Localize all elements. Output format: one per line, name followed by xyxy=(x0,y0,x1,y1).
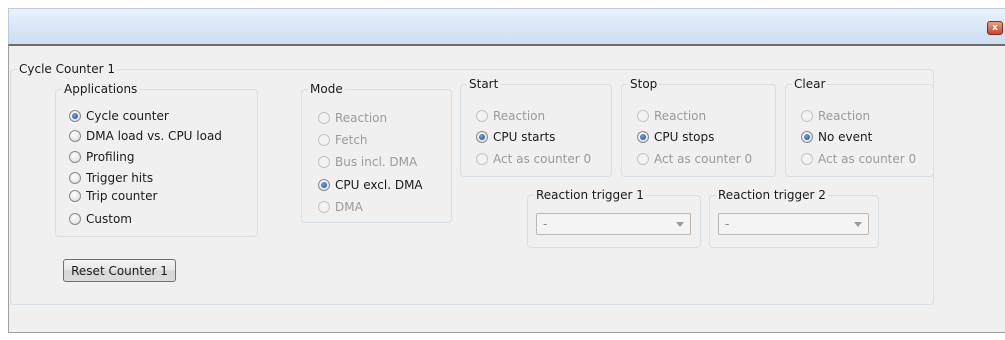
radio-icon[interactable] xyxy=(476,110,488,122)
clear-option-reaction[interactable]: Reaction xyxy=(801,108,870,124)
radio-icon[interactable] xyxy=(318,134,330,146)
app-option-profiling[interactable]: Profiling xyxy=(69,149,135,165)
app-option-cycle-counter[interactable]: Cycle counter xyxy=(69,108,169,124)
radio-icon[interactable] xyxy=(637,153,649,165)
reset-counter-button[interactable]: Reset Counter 1 xyxy=(63,259,176,282)
reaction-trigger-2-value: - xyxy=(725,217,730,231)
radio-icon[interactable] xyxy=(318,156,330,168)
radio-icon[interactable] xyxy=(69,190,81,202)
reaction-trigger-1-title: Reaction trigger 1 xyxy=(536,188,644,202)
mode-option-dma[interactable]: DMA xyxy=(318,199,363,215)
main-panel: Cycle Counter 1 Applications Cycle count… xyxy=(8,44,1005,333)
window-titlebar: x xyxy=(8,8,1005,44)
radio-icon[interactable] xyxy=(69,110,81,122)
mode-option-fetch[interactable]: Fetch xyxy=(318,132,368,148)
close-icon[interactable]: x xyxy=(987,21,1003,35)
radio-icon[interactable] xyxy=(318,201,330,213)
stop-option-cpu-stops[interactable]: CPU stops xyxy=(637,129,714,145)
start-title: Start xyxy=(469,77,499,91)
radio-icon[interactable] xyxy=(801,110,813,122)
applications-title: Applications xyxy=(64,82,138,96)
mode-option-cpu-excl-dma[interactable]: CPU excl. DMA xyxy=(318,177,423,193)
radio-icon[interactable] xyxy=(318,112,330,124)
app-option-dma-load[interactable]: DMA load vs. CPU load xyxy=(69,128,222,144)
radio-icon[interactable] xyxy=(637,131,649,143)
stop-title: Stop xyxy=(630,77,658,91)
app-option-trip-counter[interactable]: Trip counter xyxy=(69,188,157,204)
clear-title: Clear xyxy=(794,77,826,91)
radio-icon[interactable] xyxy=(69,151,81,163)
radio-icon[interactable] xyxy=(801,131,813,143)
radio-icon[interactable] xyxy=(801,153,813,165)
reaction-trigger-1-select[interactable]: - xyxy=(536,213,691,235)
start-option-act-as-counter-0[interactable]: Act as counter 0 xyxy=(476,151,591,167)
reaction-trigger-1-value: - xyxy=(543,217,548,231)
radio-icon[interactable] xyxy=(637,110,649,122)
stop-option-act-as-counter-0[interactable]: Act as counter 0 xyxy=(637,151,752,167)
app-option-custom[interactable]: Custom xyxy=(69,211,132,227)
cycle-counter-title: Cycle Counter 1 xyxy=(19,62,116,76)
reaction-trigger-2-select[interactable]: - xyxy=(718,213,869,235)
app-option-trigger-hits[interactable]: Trigger hits xyxy=(69,170,153,186)
reaction-trigger-2-title: Reaction trigger 2 xyxy=(718,188,826,202)
chevron-down-icon[interactable] xyxy=(854,222,862,227)
start-option-reaction[interactable]: Reaction xyxy=(476,108,545,124)
clear-option-act-as-counter-0[interactable]: Act as counter 0 xyxy=(801,151,916,167)
radio-icon[interactable] xyxy=(69,213,81,225)
radio-icon[interactable] xyxy=(476,131,488,143)
start-option-cpu-starts[interactable]: CPU starts xyxy=(476,129,555,145)
mode-option-reaction[interactable]: Reaction xyxy=(318,110,387,126)
mode-option-bus-incl-dma[interactable]: Bus incl. DMA xyxy=(318,154,417,170)
stop-option-reaction[interactable]: Reaction xyxy=(637,108,706,124)
radio-icon[interactable] xyxy=(69,172,81,184)
chevron-down-icon[interactable] xyxy=(676,222,684,227)
radio-icon[interactable] xyxy=(318,179,330,191)
clear-option-no-event[interactable]: No event xyxy=(801,129,872,145)
mode-title: Mode xyxy=(310,82,343,96)
radio-icon[interactable] xyxy=(69,130,81,142)
radio-icon[interactable] xyxy=(476,153,488,165)
